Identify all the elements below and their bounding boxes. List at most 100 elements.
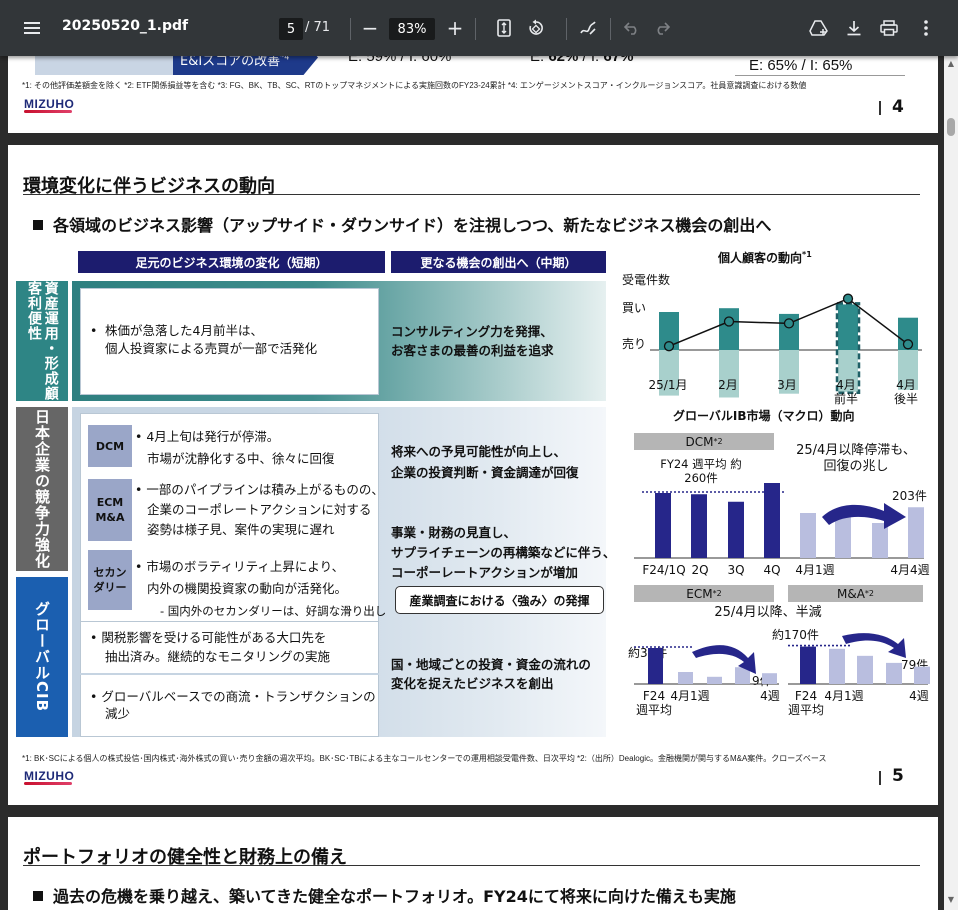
ma-chart: F24週平均4月1週 4週 bbox=[788, 633, 930, 717]
rotate-icon[interactable] bbox=[522, 14, 550, 42]
pdf-toolbar: 20250520_1.pdf 5 / 71 − 83% + bbox=[0, 0, 958, 56]
text-line: 姿勢は様子見、案件の実現に遅れ bbox=[147, 522, 335, 537]
panel-label-ecm: ECM *2 bbox=[634, 585, 774, 602]
bullet: • bbox=[90, 323, 98, 338]
chart-title-global-ib: グローバルIB市場（マクロ）動向 bbox=[673, 409, 855, 423]
chart-title-retail: 個人顧客の動向*1 bbox=[718, 250, 812, 265]
add-to-drive-icon[interactable] bbox=[805, 14, 833, 42]
panel-label-dcm: DCM *2 bbox=[634, 433, 774, 450]
opportunity-text: お客さまの最善の利益を追求 bbox=[391, 343, 554, 358]
calls-point bbox=[723, 316, 735, 327]
x-tick-label: 4月1週 bbox=[670, 689, 709, 703]
zoom-out-button[interactable]: − bbox=[356, 14, 384, 42]
column-header-short-term: 足元のビジネス環境の変化（短期） bbox=[78, 251, 385, 273]
print-icon[interactable] bbox=[875, 14, 903, 42]
opportunity-text: コーポーレートアクションが増加 bbox=[391, 565, 578, 580]
page-count: / 71 bbox=[305, 20, 331, 35]
x-tick-label: 2Q bbox=[691, 563, 708, 577]
hamburger-menu-icon[interactable] bbox=[18, 14, 46, 42]
page-subtitle: 過去の危機を乗り越え、築いてきた健全なポートフォリオ。FY24にて将来に向けた備… bbox=[33, 883, 736, 907]
bar bbox=[914, 666, 930, 684]
calls-point bbox=[902, 339, 914, 350]
x-tick-label: 4月1週 bbox=[824, 689, 863, 703]
tag-dcm: DCM bbox=[88, 425, 132, 467]
bar bbox=[764, 483, 780, 558]
divider bbox=[735, 75, 905, 76]
x-tick-label: 4週 bbox=[909, 689, 929, 703]
bar bbox=[886, 662, 902, 684]
column-header-mid-term: 更なる機会の創出へ（中期） bbox=[391, 251, 606, 273]
page-number-input[interactable]: 5 bbox=[279, 18, 303, 40]
opportunity-text: 事業・財務の見直し、 bbox=[391, 525, 517, 540]
divider bbox=[879, 101, 881, 115]
row-label-japan-competitiveness: 日本企業の競争力強化 bbox=[16, 407, 68, 571]
score-value: E: 65% / I: 65% bbox=[749, 57, 853, 74]
calls-point bbox=[663, 341, 675, 352]
x-tick-label: 4Q bbox=[763, 563, 780, 577]
bar bbox=[872, 523, 888, 558]
fit-page-icon[interactable] bbox=[490, 14, 518, 42]
x-tick-label: 4月 後半 bbox=[893, 378, 918, 406]
x-tick-label: F24 bbox=[643, 689, 665, 703]
text-line: • 4月上旬は発行が停滞。 bbox=[135, 429, 280, 444]
zoom-input[interactable]: 83% bbox=[389, 18, 435, 40]
title-rule bbox=[23, 865, 920, 866]
bar-buy bbox=[838, 304, 858, 350]
bar bbox=[691, 494, 707, 558]
zoom-in-button[interactable]: + bbox=[441, 14, 469, 42]
download-icon[interactable] bbox=[840, 14, 868, 42]
x-tick-label: 週平均 bbox=[636, 703, 672, 717]
x-tick-label: 3Q bbox=[727, 563, 744, 577]
x-tick-label: 25/1月 bbox=[648, 378, 688, 392]
text-line: 個人投資家による売買が一部で活発化 bbox=[105, 341, 318, 356]
annotate-pen-icon[interactable] bbox=[574, 14, 602, 42]
divider bbox=[879, 771, 881, 785]
dcm-note: 25/4月以降停滞も、回復の兆し bbox=[796, 443, 916, 474]
divider bbox=[80, 673, 379, 675]
vertical-scrollbar[interactable] bbox=[944, 56, 958, 910]
redo-icon[interactable] bbox=[648, 14, 676, 42]
x-tick-label: F24 bbox=[795, 689, 817, 703]
more-vert-icon[interactable] bbox=[912, 14, 940, 42]
opportunity-text: 将来への予見可能性が向上し、 bbox=[391, 444, 567, 459]
text-line: 企業のコーポレートアクションに対する bbox=[147, 502, 372, 517]
calls-point bbox=[783, 318, 795, 329]
x-tick-label: F24/1Q bbox=[642, 563, 685, 577]
toolbar-divider bbox=[566, 18, 567, 40]
x-tick-label: 4月4週 bbox=[890, 563, 929, 577]
toolbar-divider bbox=[610, 18, 611, 40]
toolbar-divider bbox=[475, 18, 476, 40]
text-line: • グローバルベースでの商流・トランザクションの bbox=[90, 689, 376, 704]
industry-research-pill: 産業調査における〈強み〉の発揮 bbox=[395, 586, 604, 614]
text-line: 抽出済み。継続的なモニタリングの実施 bbox=[105, 649, 331, 664]
tag-secondary: セカンダリー bbox=[88, 550, 132, 610]
dcm-chart: F24/1Q 2Q 3Q 4Q 4月1週 4月4週 bbox=[634, 483, 930, 577]
page-number: 4 bbox=[892, 97, 904, 117]
undo-icon[interactable] bbox=[618, 14, 646, 42]
pdf-page-5: 環境変化に伴うビジネスの動向 各領域のビジネス影響（アップサイド・ダウンサイド）… bbox=[8, 145, 938, 805]
bar bbox=[800, 513, 816, 558]
panel-label-ma: M&A *2 bbox=[788, 585, 923, 602]
scroll-up-arrow-icon[interactable]: ▲ bbox=[947, 60, 955, 68]
ecm-note: 25/4月以降、半減 bbox=[714, 605, 822, 620]
row-label-global-cib: グローバルCIB bbox=[16, 577, 68, 737]
bar bbox=[800, 646, 816, 684]
text-line: 内外の機関投資家の動向が活発化。 bbox=[147, 581, 348, 596]
text-line: 株価が急落した4月前半は、 bbox=[105, 323, 263, 338]
trend-arrow bbox=[822, 503, 906, 529]
ecm-chart: F24週平均4月1週 4週 bbox=[634, 645, 780, 717]
bar bbox=[762, 673, 777, 684]
divider bbox=[80, 621, 379, 622]
scroll-down-arrow-icon[interactable]: ▼ bbox=[947, 896, 955, 904]
document-title: 20250520_1.pdf bbox=[62, 18, 189, 34]
toolbar-divider bbox=[350, 18, 351, 40]
bar bbox=[678, 672, 693, 684]
calls-point bbox=[842, 293, 854, 304]
scrollbar-thumb[interactable] bbox=[947, 118, 955, 136]
mizuho-logo: MIZUHO bbox=[24, 97, 75, 113]
footnote: *1: BK･SCによる個人の株式投信･国内株式･海外株式の買い･売り金額の週次… bbox=[22, 754, 827, 763]
page-number: 5 bbox=[892, 766, 904, 786]
text-line: 市場が沈静化する中、徐々に回復 bbox=[147, 451, 335, 466]
text-line: • 市場のボラティリティ上昇により、 bbox=[135, 559, 345, 574]
bar bbox=[707, 676, 722, 684]
